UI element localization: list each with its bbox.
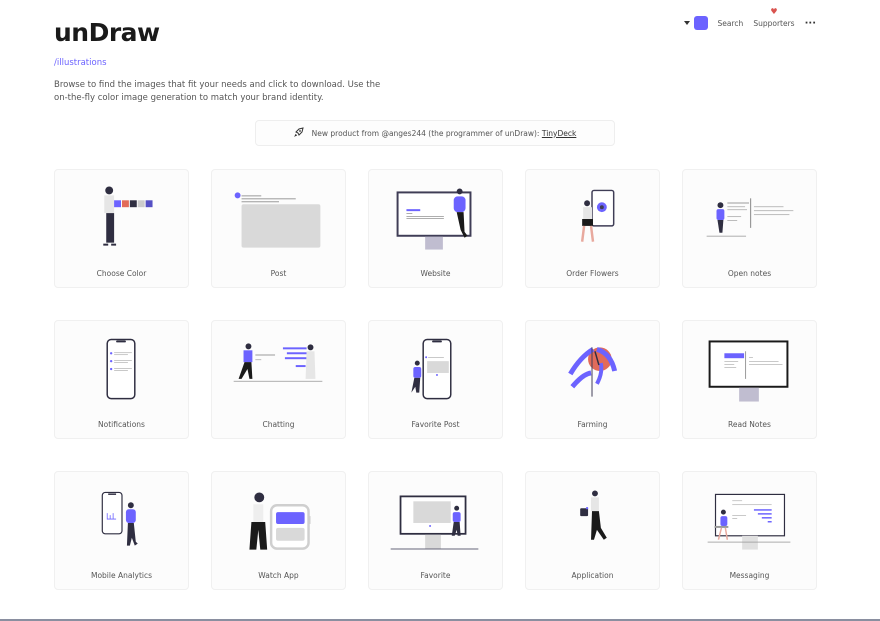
- illustration-title: Website: [420, 269, 451, 278]
- illustration-farming: [526, 329, 659, 413]
- illustration-favorite: [369, 480, 502, 564]
- illustration-mobile-analytics: [55, 480, 188, 564]
- illustration-application: [526, 480, 659, 564]
- illustration-card[interactable]: Website: [368, 169, 503, 288]
- illustration-title: Chatting: [262, 420, 295, 429]
- search-link[interactable]: Search: [718, 19, 744, 28]
- illustration-card[interactable]: Read Notes: [682, 320, 817, 439]
- illustration-card[interactable]: Favorite Post: [368, 320, 503, 439]
- color-swatch[interactable]: [693, 16, 708, 30]
- illustration-chatting: [212, 329, 345, 413]
- top-nav: Search ♥ Supporters ···: [683, 7, 816, 30]
- illustration-read-notes: [683, 329, 816, 413]
- illustration-title: Farming: [577, 420, 608, 429]
- illustration-card[interactable]: Order Flowers: [525, 169, 660, 288]
- rocket-icon: [293, 126, 304, 140]
- page-description: Browse to find the images that fit your …: [54, 80, 381, 103]
- illustration-watch-app: [212, 480, 345, 564]
- banner-text: New product from @anges244 (the programm…: [311, 128, 542, 138]
- illustration-title: Open notes: [727, 269, 772, 278]
- illustration-title: Read Notes: [728, 420, 771, 429]
- illustration-title: Messaging: [729, 571, 770, 580]
- illustration-card[interactable]: Open notes: [682, 169, 817, 288]
- header: unDraw: [54, 18, 160, 47]
- illustration-title: Application: [571, 571, 614, 580]
- illustration-title: Notifications: [98, 420, 145, 429]
- supporters-link[interactable]: ♥ Supporters: [753, 7, 795, 28]
- more-icon[interactable]: ···: [805, 18, 816, 29]
- tinydeck-link[interactable]: TinyDeck: [542, 129, 576, 138]
- illustration-choose-color: [55, 178, 188, 262]
- illustration-title: Favorite: [420, 571, 451, 580]
- illustration-title: Watch App: [258, 571, 299, 580]
- illustration-favorite-post: [369, 329, 502, 413]
- supporters-label: Supporters: [753, 18, 795, 28]
- illustration-post: [212, 178, 345, 262]
- illustration-open-notes: [683, 178, 816, 262]
- color-picker[interactable]: [683, 16, 708, 30]
- illustration-card[interactable]: Messaging: [682, 471, 817, 590]
- illustration-title: Choose Color: [96, 269, 147, 278]
- illustration-card[interactable]: Favorite: [368, 471, 503, 590]
- announcement-banner: New product from @anges244 (the programm…: [255, 120, 615, 146]
- illustration-title: Post: [270, 269, 287, 278]
- caret-down-icon: [683, 21, 690, 25]
- illustration-card[interactable]: Mobile Analytics: [54, 471, 189, 590]
- illustration-card[interactable]: Watch App: [211, 471, 346, 590]
- illustration-title: Mobile Analytics: [90, 571, 153, 580]
- illustration-messaging: [683, 480, 816, 564]
- illustration-card[interactable]: Post: [211, 169, 346, 288]
- illustration-title: Favorite Post: [411, 420, 460, 429]
- illustration-card[interactable]: Chatting: [211, 320, 346, 439]
- illustration-card[interactable]: Farming: [525, 320, 660, 439]
- illustration-notifications: [55, 329, 188, 413]
- illustration-website: [369, 178, 502, 262]
- heart-icon: ♥: [770, 6, 778, 16]
- illustration-title: Order Flowers: [566, 269, 619, 278]
- illustration-grid: Choose Color Post Website Order Flowers …: [54, 169, 817, 590]
- illustration-card[interactable]: Notifications: [54, 320, 189, 439]
- illustration-order-flowers: [526, 178, 659, 262]
- page-subtitle: /illustrations: [54, 58, 107, 68]
- logo[interactable]: unDraw: [54, 18, 160, 47]
- illustration-card[interactable]: Application: [525, 471, 660, 590]
- illustration-card[interactable]: Choose Color: [54, 169, 189, 288]
